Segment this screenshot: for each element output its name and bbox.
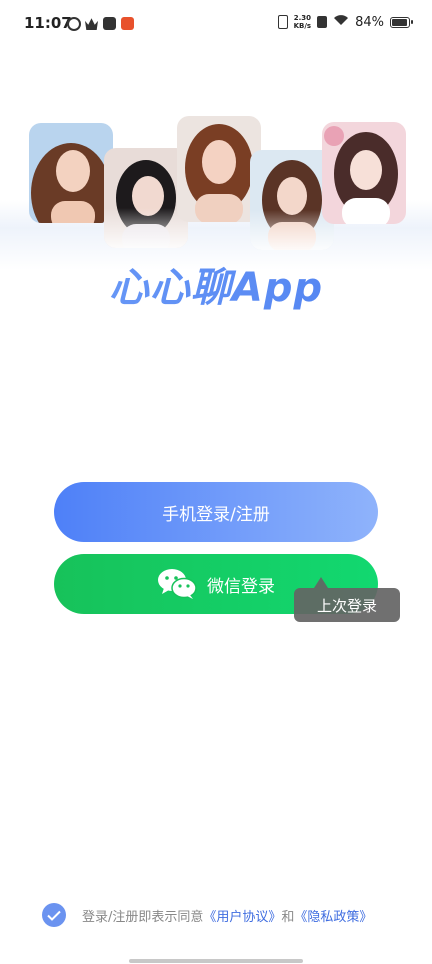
- crown-app-icon: [85, 18, 98, 30]
- photo-fade: [104, 208, 188, 248]
- user-agreement-link[interactable]: 《用户协议》: [203, 906, 281, 925]
- phone-login-button[interactable]: 手机登录/注册: [54, 482, 378, 542]
- home-indicator[interactable]: [129, 959, 303, 963]
- wechat-icon: [158, 569, 197, 599]
- battery-percent: 84%: [355, 14, 384, 30]
- battery-fill: [392, 18, 408, 26]
- app-title: 心心聊App: [0, 255, 432, 313]
- vibrate-icon: [277, 15, 288, 29]
- status-bar: 11:07 2.30 KB/s 84%: [0, 0, 432, 50]
- agreement-prefix: 登录/注册即表示同意: [82, 909, 204, 925]
- phone-login-label: 手机登录/注册: [162, 504, 270, 525]
- swirl-app-icon: [67, 17, 81, 31]
- mail-app-icon: [103, 17, 116, 30]
- no-sim-icon: [317, 16, 328, 28]
- agreement-row: 登录/注册即表示同意 《用户协议》 和 《隐私政策》: [42, 903, 372, 927]
- checkmark-icon: [47, 910, 61, 921]
- battery-icon: [390, 16, 413, 28]
- net-speed-value: 2.30: [293, 14, 311, 22]
- net-speed: 2.30 KB/s: [294, 14, 311, 30]
- last-login-tooltip: 上次登录: [294, 588, 400, 622]
- wechat-login-label: 微信登录: [207, 576, 275, 597]
- net-speed-unit: KB/s: [293, 22, 312, 30]
- profile-photo-3: [177, 116, 261, 222]
- photo-fade: [250, 210, 334, 250]
- profile-photo-1: [29, 123, 113, 223]
- profile-photo-2: [104, 148, 188, 248]
- profile-photo-5: [322, 122, 406, 224]
- tooltip-arrow: [314, 577, 328, 588]
- agreement-checkbox[interactable]: [42, 903, 66, 927]
- agreement-and: 和: [281, 909, 295, 925]
- wifi-icon: [333, 14, 349, 30]
- status-time: 11:07: [24, 14, 72, 32]
- status-right: 2.30 KB/s 84%: [277, 14, 413, 30]
- privacy-policy-link[interactable]: 《隐私政策》: [294, 906, 372, 925]
- shopping-app-icon: [121, 17, 134, 30]
